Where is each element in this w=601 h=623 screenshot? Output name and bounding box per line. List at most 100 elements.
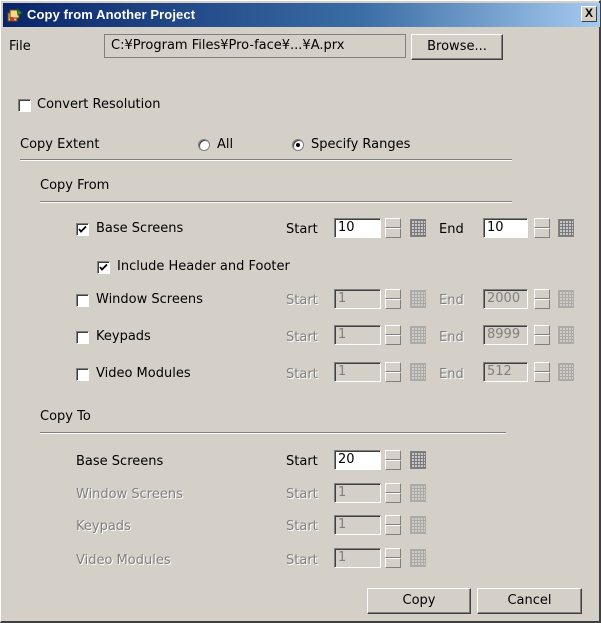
- spin-up-icon[interactable]: [385, 289, 401, 299]
- to-window-screens-start-spinner[interactable]: [385, 483, 401, 503]
- keypads-start-input[interactable]: 1: [334, 325, 381, 345]
- keypad-icon[interactable]: [410, 451, 426, 469]
- window-screens-start-input[interactable]: 1: [334, 289, 381, 309]
- dialog-window: Copy from Another Project X File C:¥Prog…: [0, 0, 601, 623]
- video-modules-end-input[interactable]: 512: [483, 362, 528, 382]
- separator: [20, 159, 512, 161]
- close-icon: X: [584, 6, 593, 20]
- spin-down-icon[interactable]: [385, 493, 401, 503]
- to-base-screens-start-input[interactable]: 20: [334, 450, 381, 470]
- spin-up-icon[interactable]: [534, 289, 550, 299]
- spin-down-icon[interactable]: [385, 525, 401, 535]
- keypads-end-spinner[interactable]: [534, 325, 550, 345]
- keypad-icon[interactable]: [558, 290, 574, 308]
- file-path-field[interactable]: C:¥Program Files¥Pro-face¥...¥A.prx: [104, 34, 406, 58]
- to-window-screens-start-input[interactable]: 1: [334, 483, 381, 503]
- copy-to-heading: Copy To: [40, 409, 91, 424]
- spin-up-icon[interactable]: [385, 548, 401, 558]
- start-label: Start: [286, 487, 318, 502]
- spin-up-icon[interactable]: [534, 362, 550, 372]
- spin-up-icon[interactable]: [385, 515, 401, 525]
- keypad-icon[interactable]: [410, 290, 426, 308]
- end-label: End: [439, 330, 464, 345]
- spin-up-icon[interactable]: [534, 325, 550, 335]
- window-screens-end-spinner[interactable]: [534, 289, 550, 309]
- copy-button[interactable]: Copy: [367, 588, 471, 614]
- spin-up-icon[interactable]: [385, 450, 401, 460]
- to-video-modules-label: Video Modules: [76, 553, 171, 568]
- separator: [40, 201, 512, 203]
- spin-down-icon[interactable]: [385, 228, 401, 238]
- keypad-icon[interactable]: [410, 484, 426, 502]
- spin-down-icon[interactable]: [534, 299, 550, 309]
- video-modules-label: Video Modules: [96, 366, 191, 381]
- keypads-label: Keypads: [96, 329, 151, 344]
- spin-up-icon[interactable]: [385, 362, 401, 372]
- keypad-icon[interactable]: [558, 219, 574, 237]
- spin-up-icon[interactable]: [385, 483, 401, 493]
- start-label: Start: [286, 330, 318, 345]
- end-label: End: [439, 367, 464, 382]
- video-modules-checkbox[interactable]: [76, 368, 89, 381]
- convert-resolution-label: Convert Resolution: [37, 97, 161, 112]
- copy-extent-label: Copy Extent: [20, 137, 100, 152]
- keypad-icon[interactable]: [558, 326, 574, 344]
- window-screens-checkbox[interactable]: [76, 294, 89, 307]
- spin-down-icon[interactable]: [385, 558, 401, 568]
- window-title: Copy from Another Project: [27, 7, 196, 22]
- radio-all-label: All: [217, 137, 234, 152]
- spin-up-icon[interactable]: [385, 325, 401, 335]
- base-screens-start-spinner[interactable]: [385, 218, 401, 238]
- radio-all[interactable]: [198, 139, 210, 151]
- close-button[interactable]: X: [581, 6, 597, 22]
- spin-down-icon[interactable]: [534, 228, 550, 238]
- radio-selected-dot: [296, 143, 300, 147]
- convert-resolution-checkbox[interactable]: [18, 99, 31, 112]
- video-modules-start-input[interactable]: 1: [334, 362, 381, 382]
- spin-down-icon[interactable]: [385, 299, 401, 309]
- to-video-modules-start-input[interactable]: 1: [334, 548, 381, 568]
- keypad-icon[interactable]: [410, 516, 426, 534]
- spin-up-icon[interactable]: [385, 218, 401, 228]
- base-screens-start-input[interactable]: 10: [334, 218, 381, 238]
- cancel-button[interactable]: Cancel: [477, 588, 582, 614]
- keypad-icon[interactable]: [410, 363, 426, 381]
- separator: [40, 432, 506, 434]
- video-modules-end-spinner[interactable]: [534, 362, 550, 382]
- end-label: End: [439, 293, 464, 308]
- end-label: End: [439, 222, 464, 237]
- base-screens-checkbox[interactable]: [76, 223, 89, 236]
- spin-down-icon[interactable]: [385, 335, 401, 345]
- video-modules-start-spinner[interactable]: [385, 362, 401, 382]
- title-bar[interactable]: Copy from Another Project X: [3, 3, 600, 27]
- spin-down-icon[interactable]: [385, 372, 401, 382]
- keypads-checkbox[interactable]: [76, 331, 89, 344]
- spin-down-icon[interactable]: [534, 372, 550, 382]
- base-screens-end-spinner[interactable]: [534, 218, 550, 238]
- spin-down-icon[interactable]: [534, 335, 550, 345]
- start-label: Start: [286, 454, 318, 469]
- to-keypads-start-spinner[interactable]: [385, 515, 401, 535]
- to-window-screens-label: Window Screens: [76, 487, 183, 502]
- keypad-icon[interactable]: [410, 326, 426, 344]
- start-label: Start: [286, 519, 318, 534]
- browse-button[interactable]: Browse...: [411, 34, 503, 60]
- spin-up-icon[interactable]: [534, 218, 550, 228]
- to-keypads-start-input[interactable]: 1: [334, 515, 381, 535]
- window-screens-start-spinner[interactable]: [385, 289, 401, 309]
- file-label: File: [9, 39, 31, 54]
- keypad-icon[interactable]: [558, 363, 574, 381]
- keypad-icon[interactable]: [410, 549, 426, 567]
- window-screens-label: Window Screens: [96, 292, 203, 307]
- to-video-modules-start-spinner[interactable]: [385, 548, 401, 568]
- keypad-icon[interactable]: [410, 219, 426, 237]
- keypads-start-spinner[interactable]: [385, 325, 401, 345]
- keypads-end-input[interactable]: 8999: [483, 325, 528, 345]
- window-screens-end-input[interactable]: 2000: [483, 289, 528, 309]
- radio-specify-ranges[interactable]: [292, 139, 304, 151]
- spin-down-icon[interactable]: [385, 460, 401, 470]
- to-base-screens-start-spinner[interactable]: [385, 450, 401, 470]
- include-header-footer-checkbox[interactable]: [97, 261, 110, 274]
- copy-from-heading: Copy From: [40, 178, 110, 193]
- base-screens-end-input[interactable]: 10: [483, 218, 528, 238]
